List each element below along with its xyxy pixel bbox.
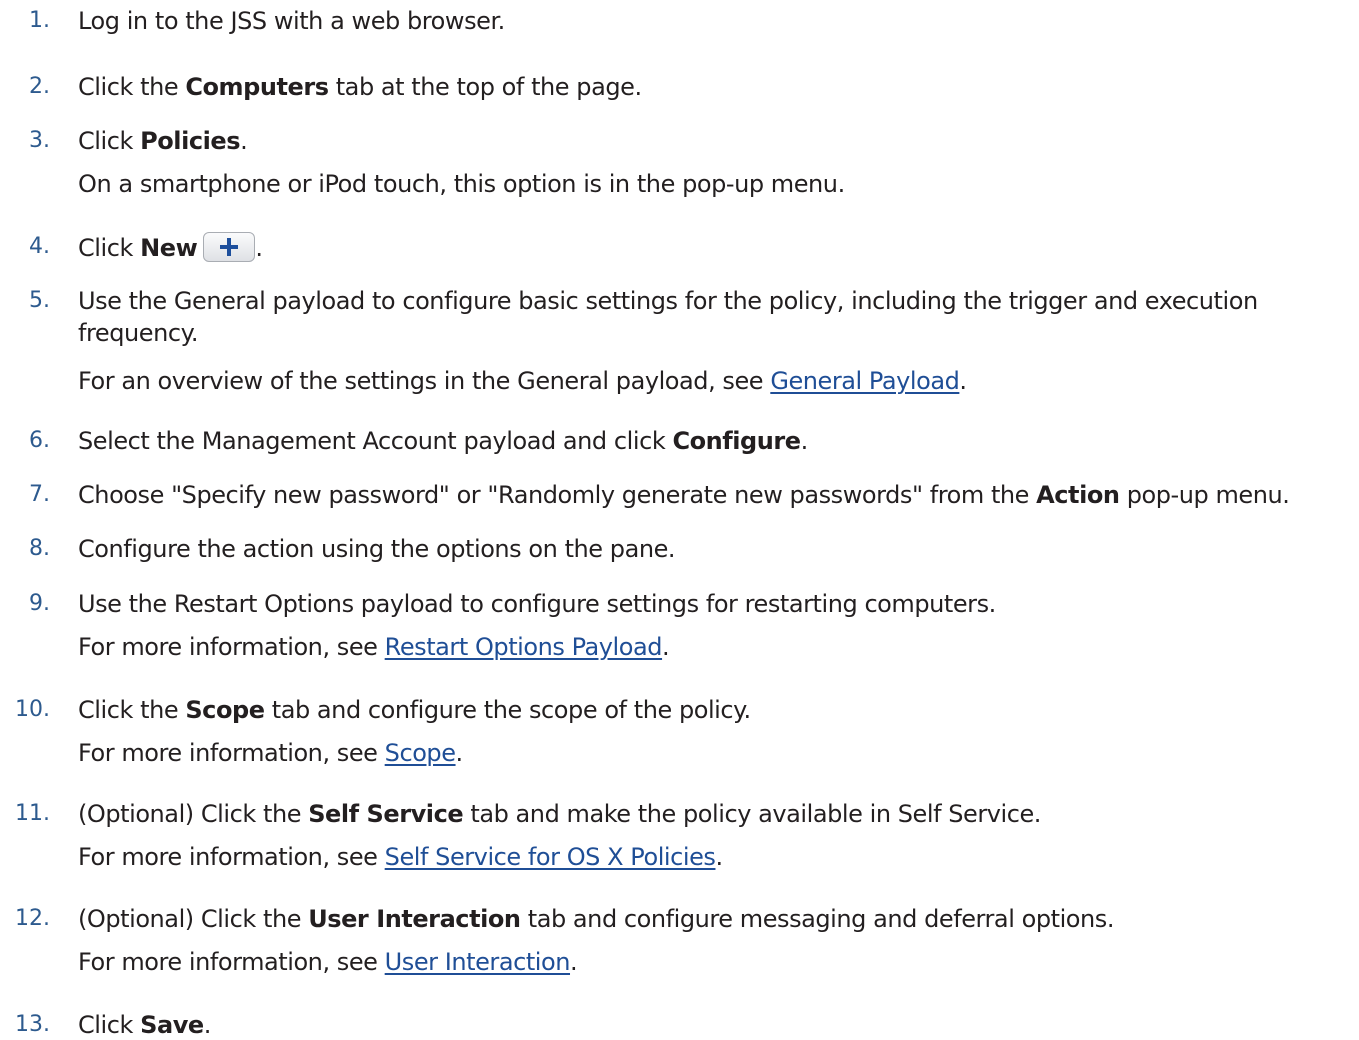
ui-term-computers: Computers bbox=[185, 73, 329, 101]
ui-term-configure: Configure bbox=[672, 427, 801, 455]
step-text: Log in to the JSS with a web browser. bbox=[78, 7, 505, 35]
step-number: 8. bbox=[29, 536, 50, 561]
step-number: 11. bbox=[15, 801, 50, 826]
ui-term-user-interaction: User Interaction bbox=[308, 905, 521, 933]
step-text: Click Save. bbox=[78, 1011, 211, 1039]
step-number: 1. bbox=[29, 8, 50, 33]
step-number: 4. bbox=[29, 234, 50, 259]
step-text: Use the General payload to configure bas… bbox=[78, 287, 1258, 315]
ui-term-policies: Policies bbox=[140, 127, 241, 155]
step-number: 13. bbox=[15, 1012, 50, 1037]
link-self-service-policies[interactable]: Self Service for OS X Policies bbox=[385, 843, 716, 871]
step-number: 10. bbox=[15, 697, 50, 722]
step-number: 2. bbox=[29, 74, 50, 99]
ui-term-action: Action bbox=[1036, 481, 1120, 509]
step-text: Use the Restart Options payload to confi… bbox=[78, 590, 996, 618]
step-number: 6. bbox=[29, 428, 50, 453]
step-note: For more information, see User Interacti… bbox=[78, 948, 578, 976]
step-number: 9. bbox=[29, 591, 50, 616]
step-note: For an overview of the settings in the G… bbox=[78, 367, 967, 395]
step-text: Select the Management Account payload an… bbox=[78, 427, 808, 455]
step-text: (Optional) Click the Self Service tab an… bbox=[78, 800, 1041, 828]
step-text: Configure the action using the options o… bbox=[78, 535, 676, 563]
link-general-payload[interactable]: General Payload bbox=[770, 367, 960, 395]
step-text: Click New. bbox=[78, 232, 263, 262]
ui-term-self-service: Self Service bbox=[308, 800, 464, 828]
step-note: For more information, see Scope. bbox=[78, 739, 463, 767]
step-text: Click the Computers tab at the top of th… bbox=[78, 73, 642, 101]
ui-term-scope: Scope bbox=[185, 696, 265, 724]
step-number: 12. bbox=[15, 906, 50, 931]
step-text: Click the Scope tab and configure the sc… bbox=[78, 696, 751, 724]
step-text-continued: frequency. bbox=[78, 319, 199, 347]
step-number: 5. bbox=[29, 288, 50, 313]
link-restart-options-payload[interactable]: Restart Options Payload bbox=[385, 633, 663, 661]
step-text: Choose "Specify new password" or "Random… bbox=[78, 481, 1290, 509]
step-text: Click Policies. bbox=[78, 127, 248, 155]
link-user-interaction[interactable]: User Interaction bbox=[385, 948, 571, 976]
ui-term-new: New bbox=[140, 234, 198, 262]
plus-icon bbox=[203, 232, 256, 262]
link-scope[interactable]: Scope bbox=[385, 739, 456, 767]
step-note: For more information, see Self Service f… bbox=[78, 843, 723, 871]
step-note: For more information, see Restart Option… bbox=[78, 633, 670, 661]
step-note: On a smartphone or iPod touch, this opti… bbox=[78, 170, 845, 198]
step-number: 7. bbox=[29, 482, 50, 507]
step-number: 3. bbox=[29, 128, 50, 153]
ui-term-save: Save bbox=[140, 1011, 204, 1039]
step-text: (Optional) Click the User Interaction ta… bbox=[78, 905, 1115, 933]
